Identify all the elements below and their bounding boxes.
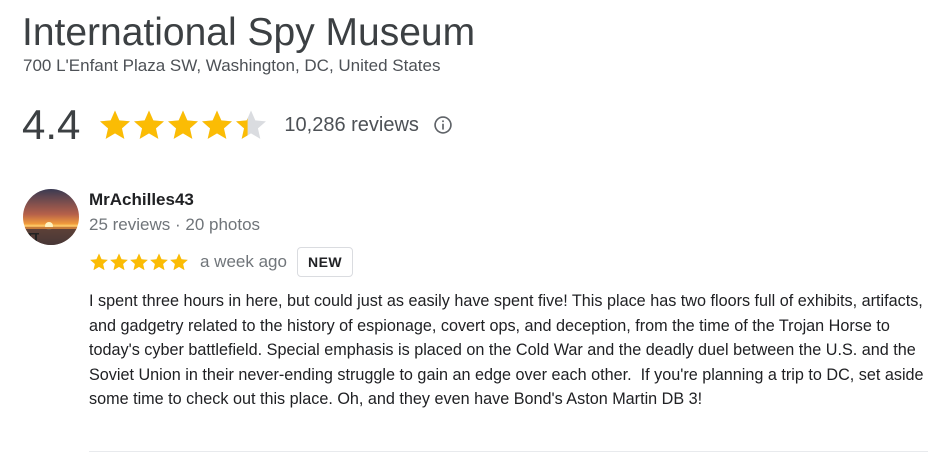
reviewer-avatar[interactable] [23,189,79,245]
reviewer-meta: 25 reviews · 20 photos [89,215,261,234]
review-stars [89,252,189,272]
divider [89,451,928,452]
place-title: International Spy Museum [22,11,476,54]
new-badge: NEW [296,247,354,277]
info-circle-icon[interactable] [433,115,453,135]
avatar-photo [23,189,79,245]
review-text: I spent three hours in here, but could j… [89,292,929,409]
star-icon [150,253,168,271]
star-icon [90,253,108,271]
place-address: 700 L'Enfant Plaza SW, Washington, DC, U… [23,56,441,75]
star-icon [100,110,131,139]
star-icon [130,253,148,271]
review-rating-row: a week ago NEW [89,246,354,278]
rating-summary: 4.4 10,286 reviews [22,100,453,150]
rating-value: 4.4 [22,101,81,148]
review-date: a week ago [200,252,287,271]
star-icon [134,110,165,139]
star-icon [202,110,233,139]
star-icon [168,110,199,139]
reviewer-name[interactable]: MrAchilles43 [89,190,194,210]
star-icon [170,253,188,271]
star-icon [236,110,267,139]
review-count-link[interactable]: 10,286 reviews [284,114,419,137]
star-icon [110,253,128,271]
rating-stars [98,108,268,142]
